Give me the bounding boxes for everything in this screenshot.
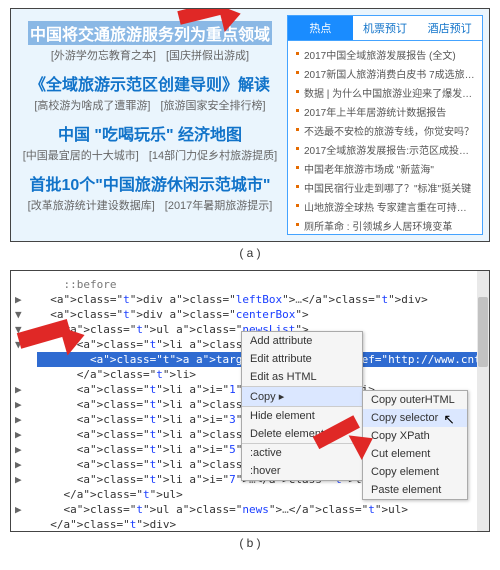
sidebar-list-item[interactable]: 厕所革命 : 引领城乡人居环境变革 [294,216,476,235]
headlines-column: 中国将交通旅游服务列为重点领域[外游学勿忘教育之本][国庆拼假出游成]《全域旅游… [17,15,283,235]
annotation-arrow-b1 [19,333,71,349]
headline[interactable]: 中国 "吃喝玩乐" 经济地图 [17,121,283,145]
submenu-item[interactable]: Paste element [363,481,467,499]
menu-item[interactable]: Copy ▸ [242,387,362,406]
headline-subs: [改革旅游统计建设数据库] [2017年暑期旅游提示] [17,197,283,213]
sidebar-list-item[interactable]: 2017全域旅游发展报告:示范区成投资风口 [294,140,476,159]
devtools-screenshot: ::before▶ <a">class="t">div a">class="le… [11,271,489,531]
sidebar-list-item[interactable]: 山地旅游全球热 专家建言重在可持续发展 [294,197,476,216]
sidebar-list-item[interactable]: 中国老年旅游市场成 "新蓝海" [294,159,476,178]
sidebar-list-item[interactable]: 不选最不安检的旅游专线，你觉安吗？ [294,121,476,140]
headline-sub[interactable]: [中国最宜居的十大城市] [23,147,139,163]
menu-item[interactable]: Add attribute [242,332,362,350]
headline-sub[interactable]: [旅游国家安全排行榜] [161,97,266,113]
cursor-icon: ↖ [443,411,455,428]
sidebar-list-item[interactable]: 2017年上半年居游统计数据报告 [294,102,476,121]
sidebar-list-item[interactable]: 中国民宿行业走到哪了？"标准"挺关键 [294,178,476,197]
submenu-item[interactable]: Copy outerHTML [363,391,467,409]
headline-subs: [中国最宜居的十大城市] [14部门力促乡村旅游提质] [17,147,283,163]
annotation-arrow-a [179,11,229,25]
dom-node[interactable]: ▶ <a">class="t">div a">class="leftBox">…… [37,292,489,307]
sidebar-tab[interactable]: 酒店预订 [417,16,482,40]
caption-b: ( b ) [0,536,500,550]
menu-item[interactable]: Edit as HTML [242,368,362,386]
headline-sub[interactable]: [高校游为啥成了遭罪游] [34,97,150,113]
dom-node[interactable]: ::before [37,277,489,292]
headline-sub[interactable]: [14部门力促乡村旅游提质] [149,147,277,163]
headline[interactable]: 首批10个"中国旅游休闲示范城市" [17,171,283,195]
dom-node[interactable]: ▼ <a">class="t">div a">class="centerBox"… [37,307,489,322]
headline-sub[interactable]: [外游学勿忘教育之本] [51,47,156,63]
sidebar-tab[interactable]: 热点 [288,16,353,40]
headline-sub[interactable]: [国庆拼假出游成] [166,47,249,63]
submenu-item[interactable]: Cut element [363,445,467,463]
menu-item[interactable]: Edit attribute [242,350,362,368]
sidebar-list-item[interactable]: 数据 | 为什么中国旅游业迎来了爆发？原因是 [294,83,476,102]
copy-submenu[interactable]: Copy outerHTMLCopy selectorCopy XPathCut… [362,390,468,500]
webpage-screenshot: 中国将交通旅游服务列为重点领域[外游学勿忘教育之本][国庆拼假出游成]《全域旅游… [11,9,489,241]
annotation-arrow-b2 [316,436,362,450]
headline-text[interactable]: 中国 "吃喝玩乐" 经济地图 [58,121,242,145]
submenu-item[interactable]: Copy element [363,463,467,481]
sidebar-tabs: 热点机票预订酒店预订 [288,16,482,41]
panel-a: 中国将交通旅游服务列为重点领域[外游学勿忘教育之本][国庆拼假出游成]《全域旅游… [10,8,490,242]
dom-node[interactable]: </a">class="t">div> [37,517,489,531]
menu-item[interactable]: :hover [242,462,362,480]
dom-node[interactable]: ▶ <a">class="t">ul a">class="news">…</a"… [37,502,489,517]
sidebar-list: 2017中国全域旅游发展报告 (全文)2017新国人旅游消费白皮书 7成选旅游减… [288,41,482,239]
headline-sub[interactable]: [改革旅游统计建设数据库] [28,197,155,213]
submenu-item[interactable]: Copy XPath [363,427,467,445]
headline-subs: [高校游为啥成了遭罪游] [旅游国家安全排行榜] [17,97,283,113]
headline[interactable]: 《全域旅游示范区创建导则》解读 [17,71,283,95]
headline-subs: [外游学勿忘教育之本] [国庆拼假出游成] [17,47,283,63]
sidebar-list-item[interactable]: 2017中国全域旅游发展报告 (全文) [294,45,476,64]
sidebar-tab[interactable]: 机票预订 [353,16,418,40]
headline-text[interactable]: 首批10个"中国旅游休闲示范城市" [30,171,271,195]
context-menu[interactable]: Add attributeEdit attributeEdit as HTMLC… [241,331,363,481]
headline-sub[interactable]: [2017年暑期旅游提示] [165,197,273,213]
scrollbar-thumb[interactable] [478,297,488,367]
sidebar: 热点机票预订酒店预订 2017中国全域旅游发展报告 (全文)2017新国人旅游消… [287,15,483,235]
panel-b: ::before▶ <a">class="t">div a">class="le… [10,270,490,532]
sidebar-list-item[interactable]: 2017新国人旅游消费白皮书 7成选旅游减压 [294,64,476,83]
scrollbar[interactable] [477,271,489,531]
headline-text[interactable]: 《全域旅游示范区创建导则》解读 [30,71,270,95]
caption-a: ( a ) [0,246,500,260]
